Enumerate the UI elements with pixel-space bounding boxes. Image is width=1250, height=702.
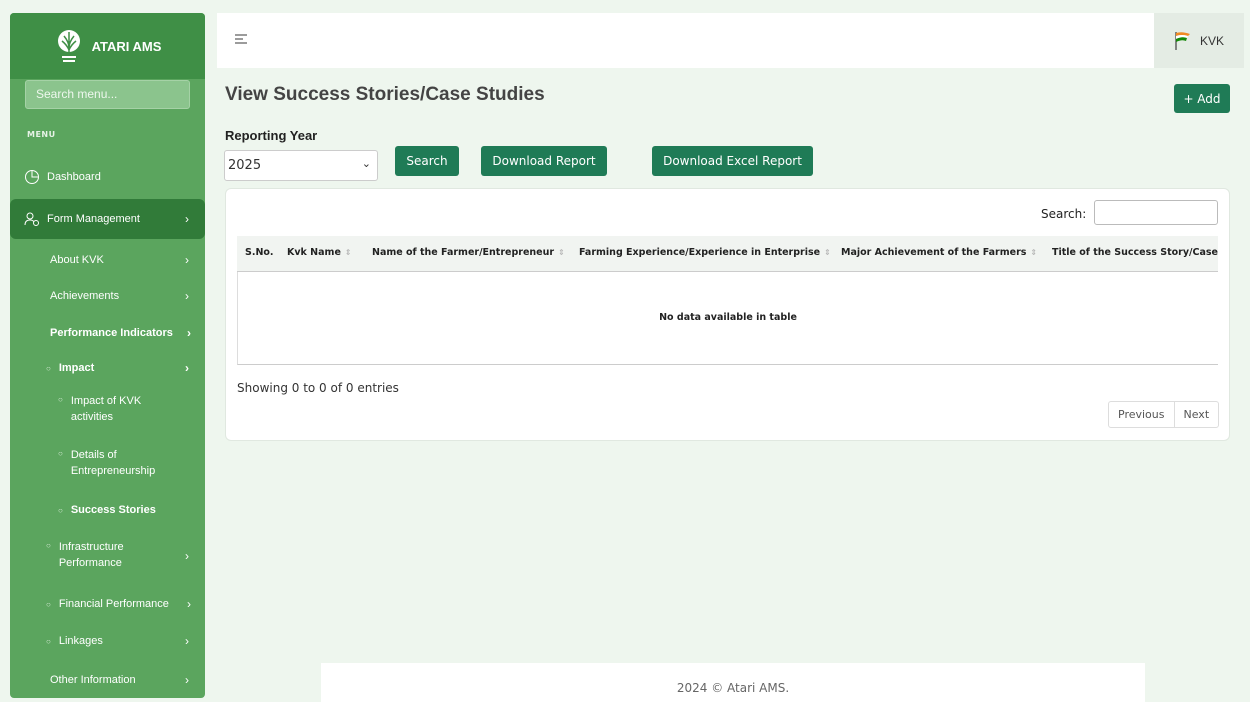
chevron-right-icon: ›	[185, 212, 189, 226]
sidebar-item-label: About KVK	[50, 254, 104, 266]
user-label: KVK	[1199, 33, 1224, 48]
sidebar-item-label: Achievements	[50, 290, 120, 302]
chevron-right-icon: ›	[187, 597, 191, 611]
sidebar-item-impact-of-kvk[interactable]: ○ Impact of KVK activities	[10, 393, 205, 429]
sidebar-item-other-information[interactable]: Other Information ›	[10, 669, 205, 691]
sidebar-item-performance-indicators[interactable]: Performance Indicators ›	[10, 322, 205, 344]
bullet-icon: ○	[46, 541, 51, 550]
reporting-year-label: Reporting Year	[225, 128, 318, 143]
next-button[interactable]: Next	[1173, 402, 1219, 427]
column-header[interactable]: Kvk Name ⇕	[287, 247, 352, 258]
sidebar-item-label: Impact	[58, 362, 95, 374]
sidebar-item-impact[interactable]: ○ Impact ›	[10, 357, 205, 379]
download-report-button[interactable]: Download Report	[481, 146, 607, 176]
search-button[interactable]: Search	[395, 146, 459, 176]
sidebar-item-financial[interactable]: ○ Financial Performance ›	[10, 593, 205, 615]
sort-icon: ⇕	[558, 248, 565, 257]
reporting-year-select[interactable]: 2025 ⌄	[224, 150, 378, 181]
sidebar-item-label: Infrastructure Performance	[58, 541, 124, 569]
add-button[interactable]: + Add	[1174, 84, 1230, 113]
sidebar-item-label: Dashboard	[47, 171, 101, 183]
chevron-down-icon: ⌄	[361, 157, 371, 170]
user-menu[interactable]: KVK	[1154, 13, 1244, 68]
chevron-right-icon: ›	[185, 361, 189, 375]
chevron-right-icon: ›	[185, 289, 189, 303]
chevron-right-icon: ›	[185, 253, 189, 267]
bullet-icon: ○	[46, 636, 51, 646]
sidebar-item-label: Financial Performance	[58, 598, 169, 610]
table-search-input[interactable]	[1094, 200, 1218, 225]
column-header[interactable]: Major Achievement of the Farmers ⇕	[841, 247, 1037, 258]
sidebar-item-achievements[interactable]: Achievements ›	[10, 285, 205, 307]
india-flag-icon	[1175, 31, 1190, 50]
page-title: View Success Stories/Case Studies	[225, 84, 545, 105]
table-info: Showing 0 to 0 of 0 entries	[237, 381, 399, 395]
pie-chart-icon	[25, 170, 39, 184]
chevron-right-icon: ›	[185, 673, 189, 687]
bullet-icon: ○	[46, 363, 51, 373]
sidebar-item-label: Details of Entrepreneurship	[70, 449, 156, 477]
chevron-right-icon: ›	[187, 326, 191, 340]
table-body: No data available in table	[237, 272, 1218, 365]
users-gear-icon	[24, 212, 39, 226]
reporting-year-value: 2025	[228, 158, 262, 173]
sidebar-item-success-stories[interactable]: ○ Success Stories	[10, 499, 205, 521]
bullet-icon: ○	[46, 599, 51, 609]
sort-icon: ⇕	[824, 248, 831, 257]
empty-table-message: No data available in table	[659, 312, 797, 323]
sort-icon: ⇕	[1030, 248, 1038, 257]
table-header: S.No. Kvk Name ⇕ Name of the Farmer/Entre…	[237, 236, 1218, 272]
hamburger-icon[interactable]	[235, 34, 249, 46]
sidebar-item-label: Form Management	[47, 213, 140, 225]
bullet-icon: ○	[58, 505, 63, 515]
previous-button[interactable]: Previous	[1109, 402, 1174, 427]
sidebar-item-label: Other Information	[50, 674, 136, 686]
sidebar-item-about-kvk[interactable]: About KVK ›	[10, 249, 205, 271]
chevron-right-icon: ›	[185, 634, 189, 648]
sidebar-item-label: Impact of KVK activities	[70, 395, 142, 423]
column-header[interactable]: Title of the Success Story/Case S	[1052, 247, 1218, 258]
footer: 2024 © Atari AMS.	[321, 663, 1145, 702]
download-excel-button[interactable]: Download Excel Report	[652, 146, 813, 176]
column-header[interactable]: Name of the Farmer/Entrepreneur ⇕	[372, 247, 565, 258]
sidebar-item-entrepreneurship[interactable]: ○ Details of Entrepreneurship	[10, 447, 205, 483]
chevron-right-icon: ›	[185, 549, 189, 563]
sidebar-item-label: Linkages	[58, 635, 103, 647]
table-search-label: Search:	[1041, 207, 1087, 221]
column-header[interactable]: Farming Experience/Experience in Enterpr…	[579, 247, 831, 258]
column-header[interactable]: S.No.	[245, 247, 274, 258]
sidebar-item-form-management[interactable]: Form Management ›	[10, 199, 205, 239]
sidebar-item-label: Success Stories	[70, 504, 156, 516]
bullet-icon: ○	[58, 449, 63, 458]
sidebar-item-dashboard[interactable]: Dashboard	[10, 163, 205, 191]
pagination: Previous Next	[1108, 401, 1220, 428]
sidebar-item-linkages[interactable]: ○ Linkages ›	[10, 630, 205, 652]
bullet-icon: ○	[58, 395, 63, 404]
sort-icon: ⇕	[344, 248, 352, 257]
sidebar-item-infrastructure[interactable]: ○ Infrastructure Performance ›	[10, 539, 205, 575]
sidebar-item-label: Performance Indicators	[50, 327, 173, 339]
top-bar: KVK	[217, 13, 1244, 68]
